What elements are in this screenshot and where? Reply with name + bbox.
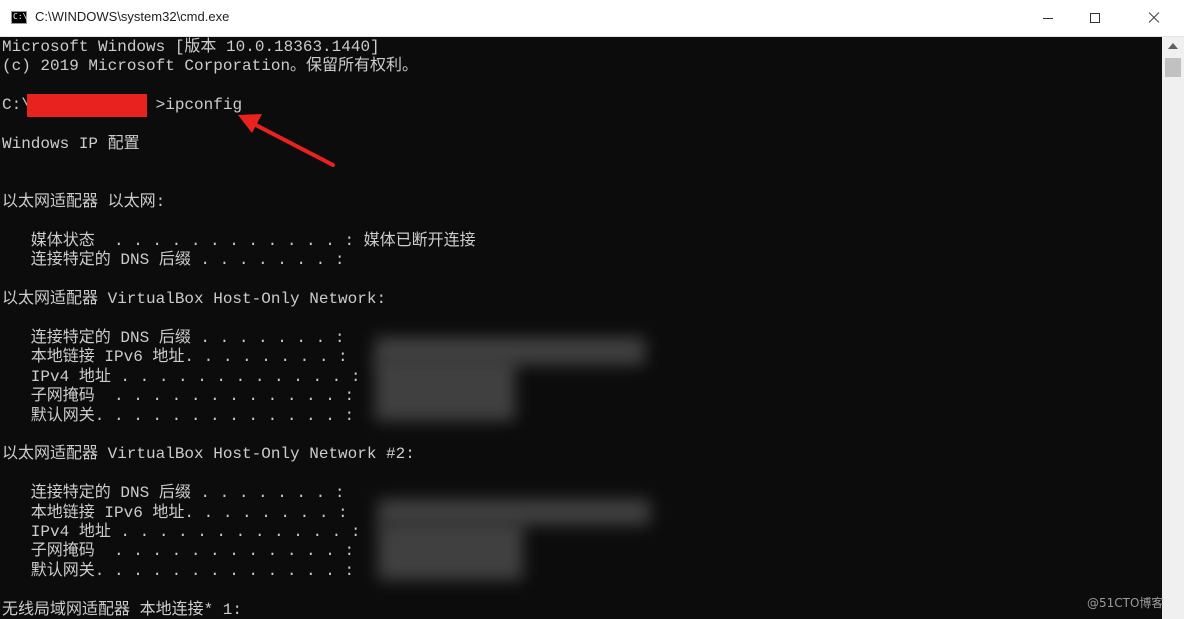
close-button[interactable]	[1131, 0, 1177, 36]
close-icon	[1147, 11, 1161, 25]
vertical-scrollbar[interactable]	[1162, 37, 1184, 619]
window-title: C:\WINDOWS\system32\cmd.exe	[35, 9, 230, 24]
cmd-icon: C:\	[11, 11, 27, 24]
arrow-shaft	[250, 121, 335, 167]
minimize-icon	[1043, 17, 1053, 19]
scroll-up-button[interactable]	[1162, 37, 1184, 55]
cmd-window: C:\ C:\WINDOWS\system32\cmd.exe Microsof…	[0, 0, 1184, 619]
scroll-thumb[interactable]	[1165, 58, 1181, 77]
cmd-icon-glyph: C:\	[13, 12, 28, 21]
watermark: @51CTO博客	[1087, 596, 1164, 610]
arrow-up-icon	[1168, 43, 1178, 49]
console-output[interactable]: Microsoft Windows [版本 10.0.18363.1440] (c…	[0, 37, 1162, 619]
title-bar[interactable]: C:\ C:\WINDOWS\system32\cmd.exe	[0, 0, 1184, 37]
annotation-arrow	[238, 114, 335, 167]
minimize-button[interactable]	[1025, 0, 1071, 36]
arrow-head	[238, 114, 262, 133]
maximize-icon	[1090, 13, 1100, 23]
maximize-button[interactable]	[1072, 0, 1118, 36]
